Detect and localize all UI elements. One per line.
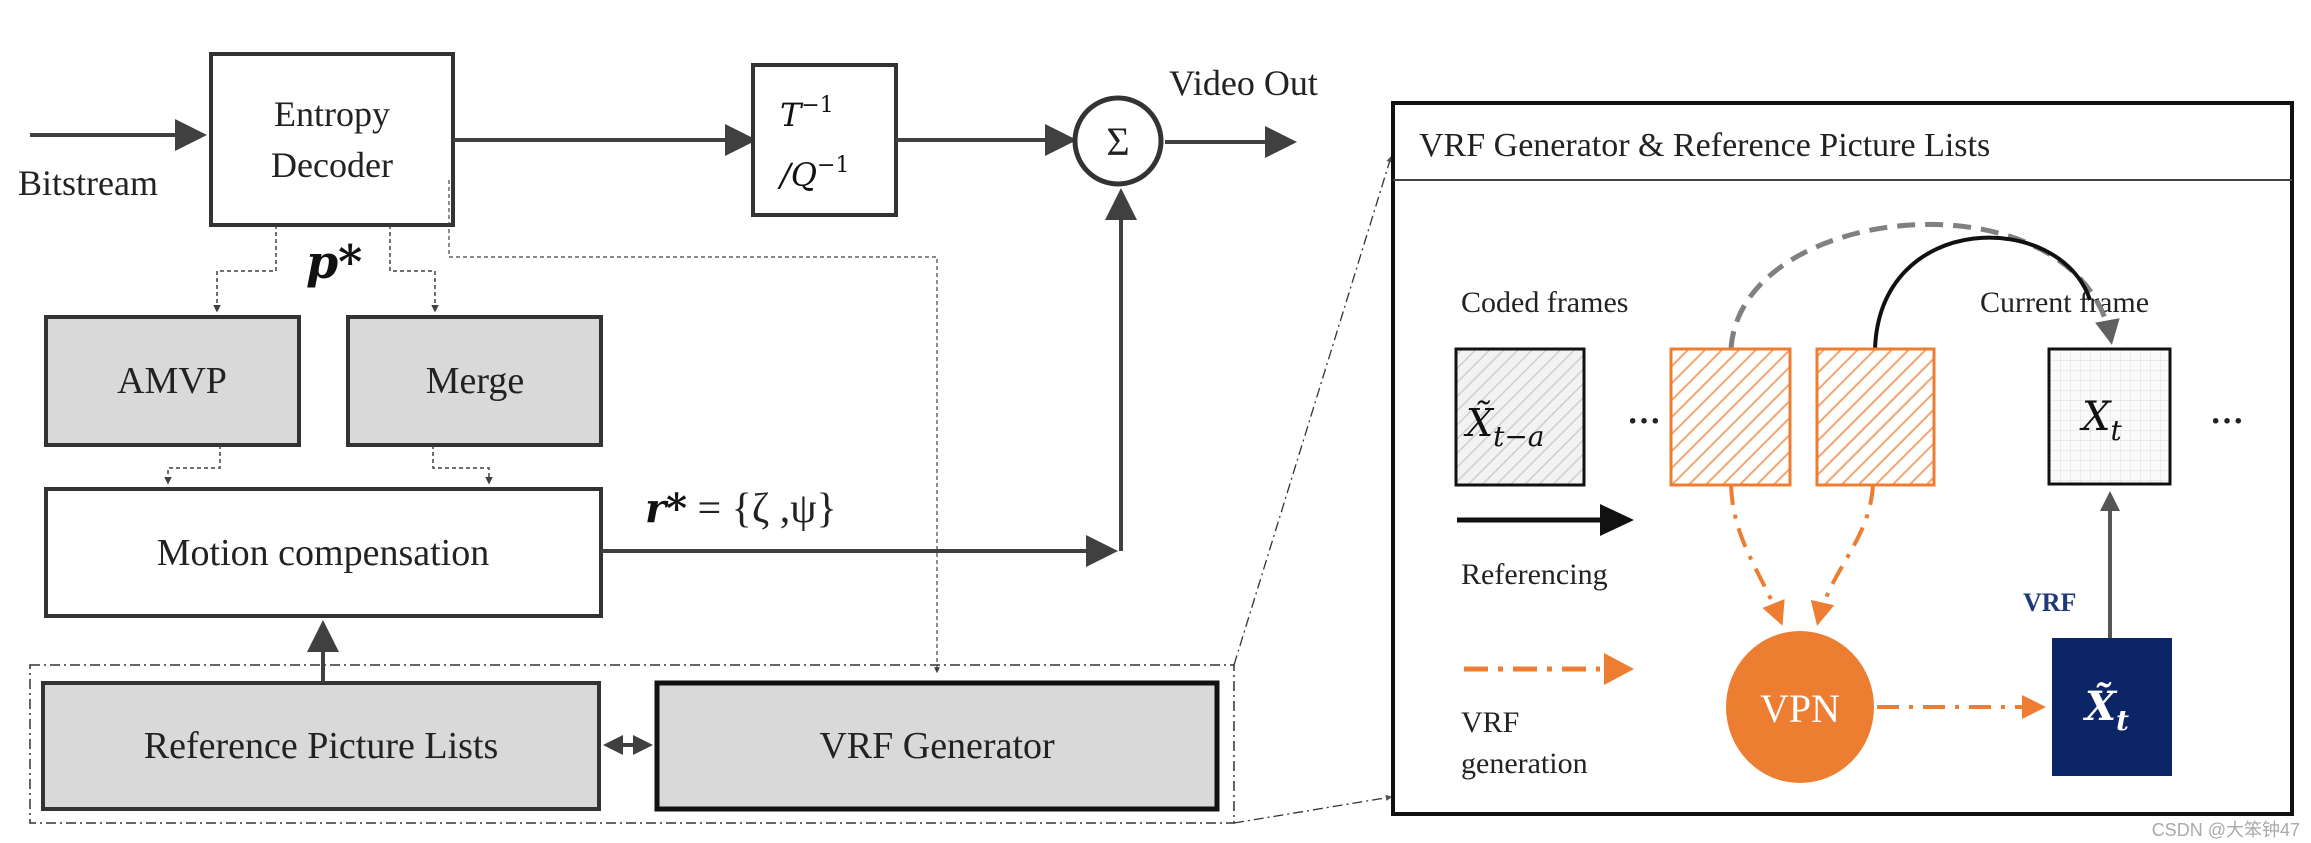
vrf-generator-label: VRF Generator [819,725,1055,767]
zoom-line-bottom [1233,794,1393,824]
referencing-legend-label: Referencing [1461,558,1608,591]
coded-frame-reference-1 [1669,347,1792,487]
vrf-label: VRF [2023,588,2076,617]
amvp-label: AMVP [117,360,227,402]
coded-frames-label: Coded frames [1461,286,1628,319]
reference-picture-lists-label: Reference Picture Lists [144,725,499,767]
sum-symbol: Σ [1106,119,1129,164]
vrf-generation-label-1: VRF [1461,706,1519,739]
r-star-label: r* = {ζ ,ψ} [645,485,837,532]
entropy-decoder-label-1: Entropy [274,94,390,134]
entropy-decoder-box [209,52,455,227]
decoder-diagram: Bitstream Entropy Decoder T−1 /Q−1 Σ Vid… [18,52,2300,840]
ellipsis-right: ··· [2210,403,2244,440]
amvp-to-mc-arrow [164,445,221,485]
current-frame-label: Current frame [1980,286,2149,319]
ellipsis-left: ··· [1627,403,1661,440]
merge-label: Merge [426,360,525,402]
watermark: CSDN @大笨钟47 [2152,820,2300,840]
vrf-generation-label-2: generation [1461,747,1588,780]
bitstream-label: Bitstream [18,163,158,203]
zoom-line-top [1233,155,1393,666]
decoder-to-merge-arrow [389,225,439,313]
merge-to-mc-arrow [432,445,493,485]
inverse-transform-box [751,63,898,217]
decoder-to-amvp-arrow [213,225,277,313]
coded-frame-reference-2 [1815,347,1936,487]
motion-compensation-label: Motion compensation [157,532,489,574]
p-star-label: p* [306,235,362,289]
video-out-label: Video Out [1169,63,1318,103]
entropy-decoder-label-2: Decoder [271,145,393,185]
panel-title: VRF Generator & Reference Picture Lists [1419,127,1990,164]
vpn-label: VPN [1760,686,1840,731]
